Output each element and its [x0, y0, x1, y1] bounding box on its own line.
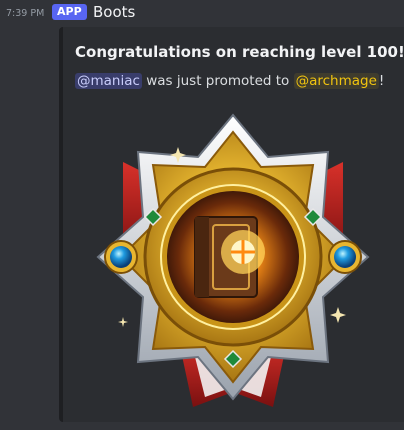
embed-text-end: !: [378, 73, 385, 89]
embed: Congratulations on reaching level 100! @…: [59, 27, 404, 422]
author-name[interactable]: Boots: [93, 3, 135, 21]
message-header: 7:39 PM APP Boots: [0, 0, 404, 26]
message-timestamp[interactable]: 7:39 PM: [6, 8, 44, 19]
role-mention[interactable]: @archmage: [293, 73, 379, 89]
app-badge: APP: [52, 4, 87, 20]
user-mention[interactable]: @maniac: [75, 73, 142, 89]
embed-text-middle: was just promoted to: [141, 73, 294, 89]
level-badge-icon[interactable]: [83, 107, 383, 407]
embed-title: Congratulations on reaching level 100!: [75, 43, 404, 61]
embed-description: @maniac was just promoted to @archmage!: [75, 73, 384, 89]
